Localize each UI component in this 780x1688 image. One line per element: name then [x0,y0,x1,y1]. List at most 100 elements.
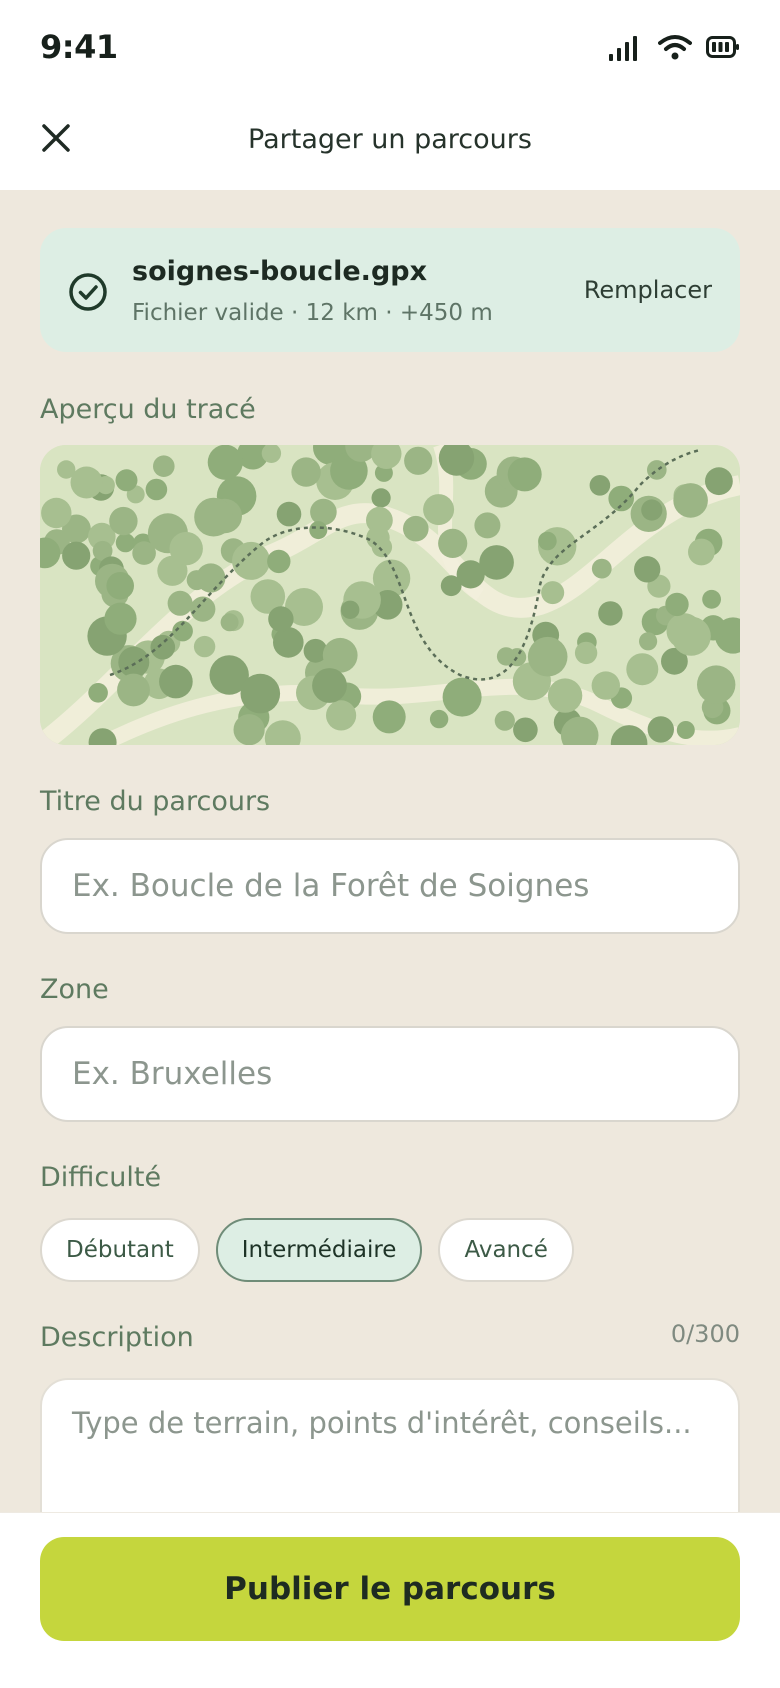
tree-canopy [159,664,193,699]
tree-canopy [153,455,175,477]
tree-canopy [273,627,304,658]
title-label: Titre du parcours [40,786,271,817]
description-label: Description [40,1322,194,1353]
difficulty-label: Difficulté [40,1162,162,1193]
character-counter: 0/300 [670,1320,740,1348]
preview-label: Aperçu du tracé [40,394,256,425]
zone-input[interactable] [40,1026,740,1122]
tree-canopy [538,531,557,551]
tree-canopy [591,671,620,700]
tree-canopy [145,478,168,501]
map-illustration [40,445,740,745]
tree-canopy [403,515,429,542]
tree-canopy [267,549,291,574]
zone-label: Zone [40,974,109,1005]
tree-canopy [326,700,357,731]
tree-canopy [309,521,328,540]
tree-canopy [194,497,234,537]
tree-canopy [702,589,721,609]
tree-canopy [109,506,138,536]
tree-canopy [429,709,449,729]
tree-canopy [496,647,516,666]
check-circle-icon [69,273,107,311]
tree-canopy [591,558,612,579]
tree-canopy [232,541,270,580]
tree-canopy [312,668,347,703]
title-input[interactable] [40,838,740,934]
tree-canopy [167,590,193,616]
tree-canopy [276,501,302,527]
tree-canopy [688,538,715,566]
tree-canopy [341,600,360,619]
tree-canopy [291,457,321,487]
tree-canopy [641,499,663,521]
tree-canopy [106,572,134,600]
tree-canopy [41,497,72,529]
tree-canopy [527,636,568,677]
header: 9:41 Partager un parcours [0,0,780,190]
tree-canopy [169,531,203,566]
tree-canopy [598,601,623,626]
tree-canopy [547,678,583,713]
tree-canopy [240,673,281,714]
tree-canopy [115,469,138,492]
tree-canopy [118,646,150,678]
tree-canopy [186,570,207,591]
tree-canopy [541,581,565,605]
tree-canopy [423,494,455,526]
tree-canopy [268,606,294,632]
tree-canopy [117,673,150,707]
tree-canopy [207,445,243,480]
tree-canopy [671,616,711,656]
tree-canopy [70,466,103,499]
tree-canopy [673,483,708,518]
file-name: soignes-boucle.gpx [132,256,428,287]
tree-canopy [88,683,108,703]
tree-canopy [647,460,667,480]
tree-canopy [115,533,135,553]
status-icons [608,32,740,62]
tree-canopy [608,485,634,512]
bottom-action-bar: Publier le parcours [0,1512,780,1688]
replace-file-button[interactable]: Remplacer [584,276,712,304]
tree-canopy [371,536,393,558]
tree-canopy [322,637,358,673]
tree-canopy [442,677,482,717]
route-map-preview[interactable] [40,445,740,745]
file-card: soignes-boucle.gpx Fichier valide · 12 k… [40,228,740,352]
tree-canopy [665,592,689,617]
tree-canopy [233,714,265,745]
difficulty-options: Débutant Intermédiaire Avancé [40,1218,574,1282]
tree-canopy [310,498,337,526]
tree-canopy [676,721,695,739]
tree-canopy [456,560,485,589]
tree-canopy [372,700,406,734]
difficulty-chip-intermediate[interactable]: Intermédiaire [215,1218,423,1282]
tree-canopy [371,488,391,508]
tree-canopy [474,512,501,539]
publish-button[interactable]: Publier le parcours [40,1537,740,1641]
tree-canopy [574,641,598,665]
tree-canopy [705,467,733,496]
tree-canopy [639,632,658,651]
tree-canopy [634,556,661,583]
status-time: 9:41 [40,28,118,66]
tree-canopy [150,634,176,660]
tree-canopy [104,602,137,635]
difficulty-chip-advanced[interactable]: Avancé [438,1218,574,1282]
tree-canopy [697,665,736,704]
tree-canopy [193,635,216,658]
difficulty-chip-beginner[interactable]: Débutant [40,1218,200,1282]
page-title: Partager un parcours [248,124,532,155]
signal-icon [609,36,637,61]
tree-canopy [589,475,611,496]
tree-canopy [132,541,156,565]
tree-canopy [647,716,674,743]
tree-canopy [404,446,433,475]
battery-icon [706,36,739,58]
wifi-icon [658,35,692,60]
tree-canopy [494,710,515,731]
tree-canopy [438,528,468,558]
tree-canopy [513,717,538,743]
tree-canopy [62,541,91,570]
